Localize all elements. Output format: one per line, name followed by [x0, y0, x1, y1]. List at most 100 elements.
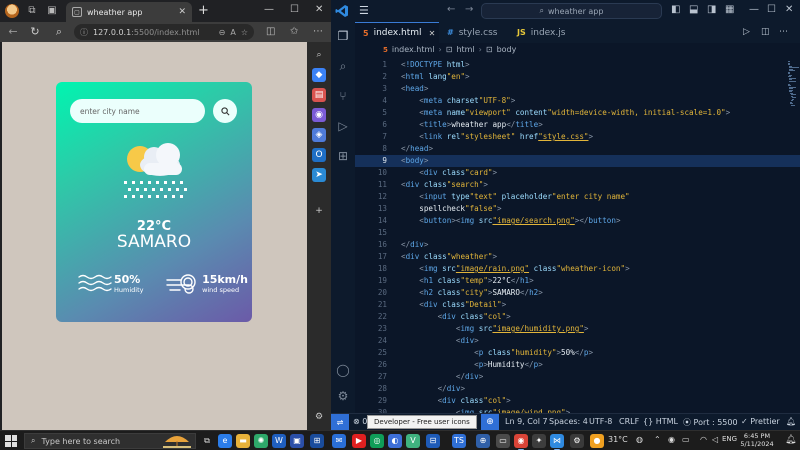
photos-icon[interactable]: ▣ — [290, 434, 304, 448]
code-line[interactable]: 5 <meta name"viewport" content"width=dev… — [355, 107, 800, 119]
breadcrumb-item[interactable]: index.html — [392, 45, 435, 54]
sidebar-shopping-icon[interactable]: ◆ — [312, 68, 326, 82]
extensions-icon[interactable]: ⊞ — [335, 148, 351, 164]
code-line[interactable]: 2 <html lang"en"> — [355, 71, 800, 83]
workspaces-icon[interactable]: ⧉ — [26, 5, 38, 17]
tab-index-js[interactable]: JS index.js — [509, 22, 573, 43]
code-line[interactable]: 25 <p class"humidity">50%</p> — [355, 347, 800, 359]
code-line[interactable]: 16 </div> — [355, 239, 800, 251]
edge-icon[interactable]: e — [218, 434, 232, 448]
code-editor[interactable]: 1 <!DOCTYPE html> 2 <html lang"en"> 3 <head> 4… — [355, 57, 800, 413]
vue-icon[interactable]: V — [406, 434, 420, 448]
city-search-input[interactable] — [70, 99, 205, 123]
run-icon[interactable]: ▷ — [743, 27, 750, 37]
prettier-status[interactable]: ✓ Prettier — [741, 417, 780, 426]
task-view-icon[interactable]: ⧉ — [200, 434, 214, 448]
language-indicator[interactable]: ENG — [722, 435, 737, 443]
tab-actions-icon[interactable]: ▣ — [46, 5, 58, 17]
terminal-icon[interactable]: ▭ — [496, 434, 510, 448]
problems-indicator[interactable]: ⊗ 0 — [353, 417, 367, 426]
read-aloud-icon[interactable]: A — [230, 28, 235, 37]
code-line[interactable]: 29 <div class"col"> — [355, 395, 800, 407]
search-icon[interactable]: ⌕ — [335, 58, 351, 74]
weather-temp[interactable]: 31°C — [608, 435, 628, 444]
accounts-icon[interactable]: ◯ — [335, 362, 351, 378]
code-line[interactable]: 11 <div class"search"> — [355, 179, 800, 191]
code-line[interactable]: 24 <div> — [355, 335, 800, 347]
vscode-taskbar-icon[interactable]: ⋈ — [550, 434, 564, 450]
windows-app-icon[interactable]: ⊟ — [426, 434, 440, 448]
code-line[interactable]: 15 — [355, 227, 800, 239]
copilot-icon[interactable]: ✦ — [532, 434, 546, 448]
youtube-icon[interactable]: ▶ — [352, 434, 366, 448]
start-button[interactable] — [5, 435, 17, 447]
clock[interactable]: 6:45 PM 5/11/2024 — [740, 432, 774, 448]
refresh-icon[interactable]: ↻ — [28, 25, 42, 38]
taskbar-search[interactable]: ⌕ Type here to search — [24, 433, 196, 449]
language-mode[interactable]: {} HTML — [643, 417, 678, 426]
maximize-icon[interactable]: ☐ — [767, 4, 776, 15]
code-line[interactable]: 28 </div> — [355, 383, 800, 395]
zoom-icon[interactable]: ⊕ — [481, 414, 499, 431]
wifi-icon[interactable]: ◠ — [700, 435, 707, 444]
code-line[interactable]: 27 </div> — [355, 371, 800, 383]
sidebar-copilot-icon[interactable]: ◈ — [312, 128, 326, 142]
code-line[interactable]: 12 <input type"text" placeholder"enter c… — [355, 191, 800, 203]
nav-back-icon[interactable]: ← — [447, 4, 455, 15]
customize-layout-icon[interactable]: ▦ — [725, 4, 734, 15]
more-actions-icon[interactable]: ⋯ — [779, 27, 788, 37]
code-line[interactable]: 14 <button><img src"image/search.png"></… — [355, 215, 800, 227]
code-line[interactable]: 9 <body> — [355, 155, 800, 167]
address-bar[interactable]: ⓘ 127.0.0.1:5500/index.html ⊖ A ☆ — [74, 24, 254, 40]
tray-extra-icon[interactable]: ◍ — [636, 435, 643, 444]
code-line[interactable]: 1 <!DOCTYPE html> — [355, 59, 800, 71]
instagram-icon[interactable]: ◐ — [388, 434, 402, 448]
menu-icon[interactable]: ☰ — [359, 4, 369, 17]
toggle-panel-icon[interactable]: ⬓ — [689, 4, 698, 15]
source-control-icon[interactable]: ⑂ — [335, 88, 351, 104]
code-line[interactable]: 3 <head> — [355, 83, 800, 95]
sidebar-outlook-icon[interactable]: O — [312, 148, 326, 162]
code-line[interactable]: 10 <div class"card"> — [355, 167, 800, 179]
favorites-icon[interactable]: ✩ — [290, 26, 298, 37]
explorer-icon[interactable]: ❐ — [335, 28, 351, 44]
search-icon[interactable]: ⌕ — [52, 25, 66, 39]
typescript-icon[interactable]: TS — [452, 434, 466, 448]
command-center[interactable]: ⌕ wheather app — [481, 3, 662, 19]
breadcrumb-item[interactable]: html — [456, 45, 474, 54]
settings-app-icon[interactable]: ⚙ — [570, 434, 584, 448]
code-line[interactable]: 26 <p>Humidity</p> — [355, 359, 800, 371]
file-explorer-icon[interactable]: ▬ — [236, 434, 250, 448]
maximize-icon[interactable]: ☐ — [290, 4, 299, 15]
chrome-icon[interactable]: ◎ — [370, 434, 384, 448]
browser-tab[interactable]: ▢ wheather app ✕ — [66, 2, 192, 22]
code-line[interactable]: 22 <div class"col"> — [355, 311, 800, 323]
zoom-icon[interactable]: ⊖ — [219, 28, 226, 37]
line-ending[interactable]: CRLF — [619, 417, 639, 426]
nav-forward-icon[interactable]: → — [465, 4, 473, 15]
sidebar-search-icon[interactable]: ⌕ — [312, 48, 326, 62]
code-line[interactable]: 23 <img src"image/humidity.png"> — [355, 323, 800, 335]
store-icon[interactable]: ⊞ — [310, 434, 324, 448]
remote-indicator-icon[interactable]: ⇌ — [331, 414, 349, 431]
new-tab-button[interactable]: + — [198, 3, 209, 18]
code-line[interactable]: 4 <meta charset"UTF-8"> — [355, 95, 800, 107]
close-window-icon[interactable]: ✕ — [315, 4, 323, 15]
notification-bell-icon[interactable]: 🔔︎ — [785, 435, 796, 445]
battery-icon[interactable]: ▭ — [682, 435, 690, 444]
favorite-star-icon[interactable]: ☆ — [241, 28, 248, 37]
sidebar-settings-icon[interactable]: ⚙ — [312, 410, 326, 424]
sidebar-add-icon[interactable]: + — [312, 204, 326, 218]
volume-icon[interactable]: ◁ — [712, 435, 718, 444]
close-tab-icon[interactable]: ✕ — [429, 29, 436, 38]
tab-index-html[interactable]: 5 index.html ✕ — [355, 22, 439, 43]
search-button[interactable] — [213, 99, 237, 123]
code-line[interactable]: 21 <div class"Detail"> — [355, 299, 800, 311]
sidebar-telegram-icon[interactable]: ➤ — [312, 168, 326, 182]
toggle-secondary-sidebar-icon[interactable]: ◨ — [707, 4, 716, 15]
word-icon[interactable]: W — [272, 434, 286, 448]
close-tab-icon[interactable]: ✕ — [178, 7, 186, 17]
more-options-icon[interactable]: ⋯ — [313, 26, 323, 37]
close-window-icon[interactable]: ✕ — [785, 4, 793, 15]
cursor-position[interactable]: Ln 9, Col 7 — [505, 417, 548, 426]
